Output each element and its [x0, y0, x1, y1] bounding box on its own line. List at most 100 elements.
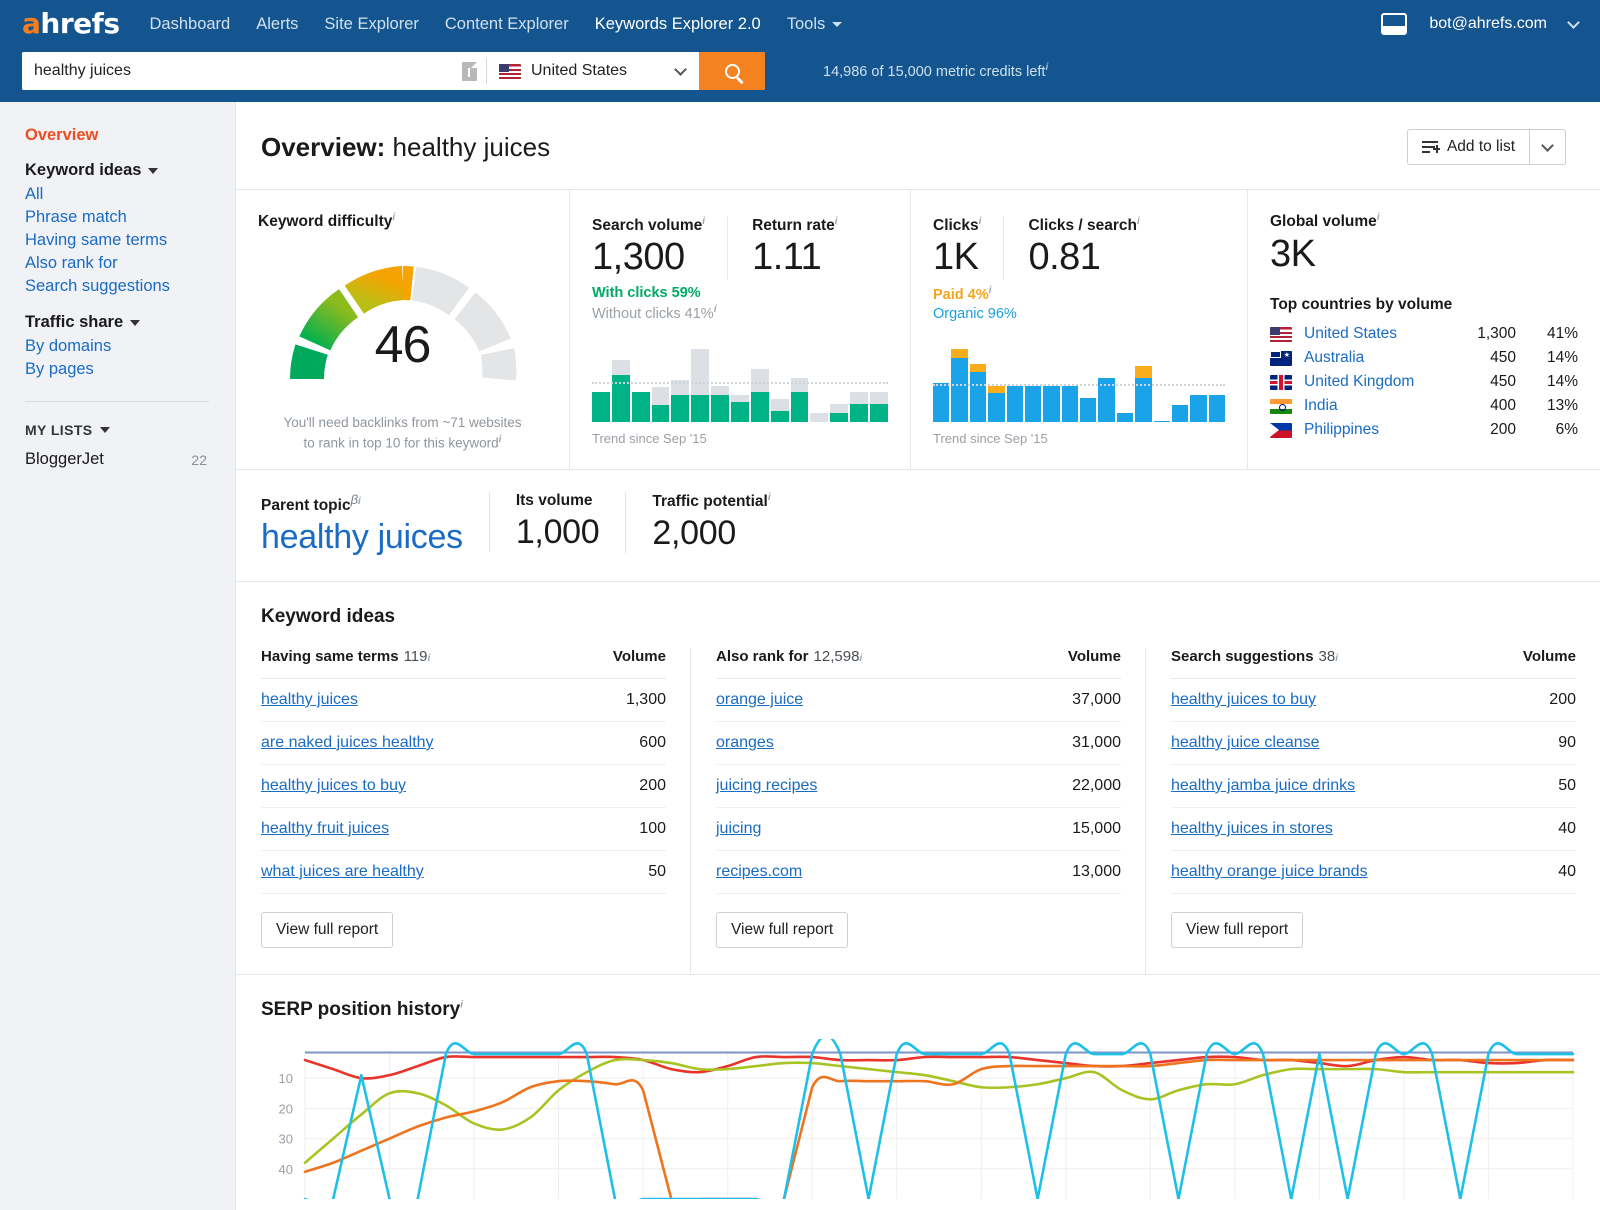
search-volume-card: Search volumei 1,300 Return ratei 1.11 W… [570, 190, 911, 469]
keyword-link[interactable]: juicing recipes [716, 777, 817, 795]
user-email[interactable]: bot@ahrefs.com [1429, 15, 1547, 33]
country-row: India40013% [1270, 394, 1578, 418]
country-name[interactable]: United States [1304, 325, 1397, 343]
info-icon[interactable]: i [989, 285, 992, 296]
info-icon[interactable]: i [358, 496, 361, 507]
sidebar-item-overview[interactable]: Overview [25, 126, 235, 145]
nav-content-explorer[interactable]: Content Explorer [445, 15, 569, 34]
nav-alerts[interactable]: Alerts [256, 15, 298, 34]
info-icon[interactable]: i [499, 434, 502, 445]
volume-header: Volume [613, 648, 666, 665]
search-volume-metrics: Search volumei 1,300 Return ratei 1.11 [592, 216, 888, 280]
nav-dashboard[interactable]: Dashboard [150, 15, 231, 34]
search-button[interactable] [699, 52, 765, 90]
view-full-report-button[interactable]: View full report [716, 912, 848, 948]
upload-file-icon[interactable] [452, 52, 486, 90]
serp-line-site-cyan [305, 1039, 1573, 1199]
sidebar-item-by-domains[interactable]: By domains [25, 337, 235, 356]
bar [632, 346, 650, 422]
keyword-link[interactable]: oranges [716, 734, 774, 752]
view-full-report-button[interactable]: View full report [261, 912, 393, 948]
info-icon[interactable]: i [1335, 653, 1338, 664]
info-icon[interactable]: i [835, 216, 838, 227]
keyword-link[interactable]: healthy jamba juice drinks [1171, 777, 1355, 795]
sidebar-list-item[interactable]: BloggerJet 22 [25, 450, 235, 469]
keyword-link[interactable]: healthy fruit juices [261, 820, 389, 838]
keyword-link[interactable]: healthy juice cleanse [1171, 734, 1320, 752]
nav-tools[interactable]: Tools [787, 15, 843, 34]
country-name[interactable]: India [1304, 397, 1338, 415]
sidebar-my-lists-header[interactable]: MY LISTS [25, 422, 235, 438]
page-header: Overview: healthy juices Add to list [236, 102, 1600, 189]
column-header: Search suggestions38iVolume [1171, 648, 1576, 679]
table-row: juicing15,000 [716, 808, 1121, 851]
info-icon[interactable]: i [428, 653, 431, 664]
info-icon[interactable]: i [1045, 62, 1048, 73]
keyword-link[interactable]: are naked juices healthy [261, 734, 434, 752]
keyword-link[interactable]: healthy juices to buy [1171, 691, 1316, 709]
y-axis-tick-label: 10 [279, 1071, 293, 1086]
info-icon[interactable]: i [859, 653, 862, 664]
top-countries-title: Top countries by volume [1270, 296, 1578, 314]
ahrefs-logo[interactable]: ahrefs [22, 10, 120, 38]
bar-segment-gray [751, 369, 769, 392]
country-name[interactable]: United Kingdom [1304, 373, 1414, 391]
info-icon[interactable]: i [714, 304, 717, 315]
bar-segment-organic [1062, 386, 1078, 422]
country-name[interactable]: Philippines [1304, 421, 1379, 439]
country-name[interactable]: Australia [1304, 349, 1364, 367]
view-full-report-button[interactable]: View full report [1171, 912, 1303, 948]
search-volume-title: Search volumei [592, 216, 705, 235]
keyword-link[interactable]: healthy orange juice brands [1171, 863, 1368, 881]
sidebar-item-having-same-terms[interactable]: Having same terms [25, 231, 235, 250]
paid-legend: Paid 4%i [933, 284, 1225, 305]
sidebar-item-by-pages[interactable]: By pages [25, 360, 235, 379]
bar-segment-green [791, 392, 809, 422]
keyword-link[interactable]: healthy juices to buy [261, 777, 406, 795]
parent-topic-value[interactable]: healthy juices [261, 518, 463, 557]
sidebar-group-keyword-ideas[interactable]: Keyword ideas [25, 161, 235, 180]
serp-line-chart-svg: 10203040 [261, 1039, 1581, 1199]
add-to-list-button[interactable]: Add to list [1408, 130, 1529, 164]
flag-us-icon [1270, 327, 1292, 342]
clicks-per-search-value: 0.81 [1028, 235, 1139, 280]
bar [612, 346, 630, 422]
keyword-search-input[interactable] [22, 52, 452, 90]
info-icon[interactable]: i [392, 212, 395, 223]
info-icon[interactable]: i [979, 216, 982, 227]
country-volume: 400 [1426, 397, 1516, 415]
add-to-list-dropdown-button[interactable] [1529, 130, 1565, 164]
inbox-icon[interactable] [1381, 13, 1407, 35]
keyword-link[interactable]: what juices are healthy [261, 863, 424, 881]
sidebar-item-all[interactable]: All [25, 185, 235, 204]
keyword-link[interactable]: healthy juices in stores [1171, 820, 1333, 838]
keyword-link[interactable]: healthy juices [261, 691, 358, 709]
kd-note-line1: You'll need backlinks from ~71 websites [283, 415, 521, 430]
sidebar-item-also-rank-for[interactable]: Also rank for [25, 254, 235, 273]
keyword-link[interactable]: orange juice [716, 691, 803, 709]
card-title-text: Search volume [592, 217, 702, 234]
bar-segment-green [691, 395, 709, 422]
clicks-card: Clicksi 1K Clicks / searchi 0.81 Paid 4%… [911, 190, 1248, 469]
sidebar-group-traffic-share[interactable]: Traffic share [25, 313, 235, 332]
keyword-ideas-column: Having same terms119iVolumehealthy juice… [236, 648, 691, 974]
bar-segment-organic [1043, 386, 1059, 422]
chevron-down-icon[interactable] [1567, 16, 1580, 29]
nav-keywords-explorer[interactable]: Keywords Explorer 2.0 [595, 15, 761, 34]
country-volume: 450 [1426, 349, 1516, 367]
y-axis-tick-label: 20 [279, 1101, 293, 1116]
clicks-per-search-title: Clicks / searchi [1028, 216, 1139, 235]
info-icon[interactable]: i [460, 1000, 463, 1011]
volume-header: Volume [1523, 648, 1576, 665]
info-icon[interactable]: i [1137, 216, 1140, 227]
info-icon[interactable]: i [702, 216, 705, 227]
info-icon[interactable]: i [768, 492, 771, 503]
country-row: United States1,30041% [1270, 322, 1578, 346]
keyword-link[interactable]: recipes.com [716, 863, 802, 881]
nav-site-explorer[interactable]: Site Explorer [324, 15, 418, 34]
keyword-link[interactable]: juicing [716, 820, 761, 838]
sidebar-item-phrase-match[interactable]: Phrase match [25, 208, 235, 227]
country-selector[interactable]: United States [487, 52, 699, 90]
info-icon[interactable]: i [1377, 212, 1380, 223]
sidebar-item-search-suggestions[interactable]: Search suggestions [25, 277, 235, 296]
